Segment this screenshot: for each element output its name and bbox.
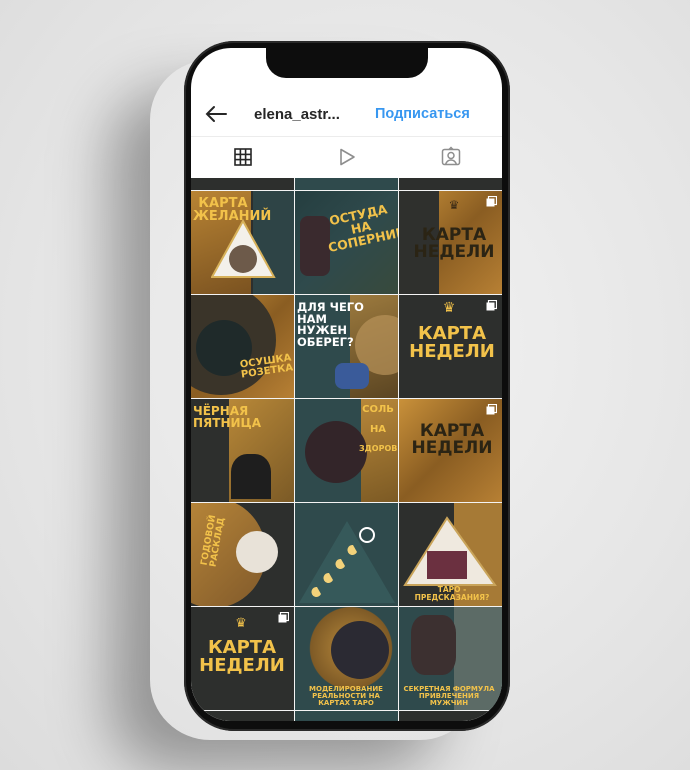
post-title-line: ЖЕЛАНИЙ [193,209,272,225]
play-icon[interactable] [336,146,358,168]
multi-photo-icon [486,300,497,311]
post-thumbnail-partial[interactable] [191,711,294,721]
post-thumbnail[interactable]: СЕКРЕТНАЯ ФОРМУЛА ПРИВЛЕЧЕНИЯ МУЖЧИН [399,607,502,710]
post-thumbnail[interactable]: ДЛЯ ЧЕГО НАМ НУЖЕН ОБЕРЕГ? [295,295,398,398]
post-thumbnail[interactable]: ТАРО - ПРЕДСКАЗАНИЯ? [399,503,502,606]
arrow-left-icon[interactable] [204,104,228,124]
post-title-line: НЕДЕЛИ [411,438,493,459]
posts-grid: КАРТА ЖЕЛАНИЙ ОСТУДА НА СОПЕРНИЦУ ♛ КАРТ… [191,178,502,721]
multi-photo-icon [278,612,289,623]
phone-notch [266,48,428,78]
profile-username: elena_astr... [254,106,340,123]
post-title-line: НЕДЕЛИ [413,242,495,263]
post-thumbnail[interactable]: ♛ КАРТА НЕДЕЛИ [399,295,502,398]
post-thumbnail[interactable]: ♛ КАРТА НЕДЕЛИ [399,191,502,294]
post-thumbnail-partial[interactable] [191,178,294,190]
post-title-line: ОБЕРЕГ? [297,335,354,350]
follow-button[interactable]: Подписаться [375,106,470,122]
multi-photo-icon [486,404,497,415]
post-thumbnail-partial[interactable] [399,178,502,190]
post-thumbnail[interactable]: КАРТА ЖЕЛАНИЙ [191,191,294,294]
post-title-line: НЕДЕЛИ [409,341,495,363]
post-title-line: НЕДЕЛИ [199,655,285,677]
post-thumbnail[interactable]: ГОДОВОЙ РАСКЛАД [191,503,294,606]
post-thumbnail[interactable]: МОДЕЛИРОВАНИЕ РЕАЛЬНОСТИ НА КАРТАХ ТАРО [295,607,398,710]
post-title-line: ТАРО - ПРЕДСКАЗАНИЯ? [414,585,490,602]
post-thumbnail[interactable]: ОСУШКА РОЗЕТКА [191,295,294,398]
profile-tabs [191,137,502,177]
post-thumbnail[interactable]: ЧЁРНАЯ ПЯТНИЦА [191,399,294,502]
person-tag-icon[interactable] [440,146,462,168]
post-title-line: ПРИВЛЕЧЕНИЯ МУЖЧИН [418,692,480,708]
post-thumbnail-partial[interactable] [295,178,398,190]
post-title-line: ЗДОРОВЬЕ [359,444,398,454]
multi-photo-icon [486,196,497,207]
post-thumbnail-partial[interactable] [295,711,398,721]
mockup-background: elena_astr... Подписаться КАРТА ЖЕЛАНИЙ … [0,0,690,770]
post-title-line: НА [369,424,387,436]
post-title-line: РЕАЛЬНОСТИ НА КАРТАХ ТАРО [312,692,380,708]
post-title-line: СОЛЬ [362,404,394,415]
post-thumbnail[interactable]: СОЛЬ НА ЗДОРОВЬЕ [295,399,398,502]
post-title-line: НАМ НУЖЕН [297,311,348,338]
post-thumbnail[interactable]: КАРТА НЕДЕЛИ [399,399,502,502]
post-thumbnail[interactable]: ♛ КАРТА НЕДЕЛИ [191,607,294,710]
post-thumbnail[interactable] [295,503,398,606]
post-title-line: ПЯТНИЦА [193,416,261,431]
post-thumbnail-partial[interactable] [399,711,502,721]
grid-icon[interactable] [232,146,254,168]
profile-header: elena_astr... Подписаться [191,96,502,136]
phone-screen: elena_astr... Подписаться КАРТА ЖЕЛАНИЙ … [191,48,502,721]
post-thumbnail[interactable]: ОСТУДА НА СОПЕРНИЦУ [295,191,398,294]
